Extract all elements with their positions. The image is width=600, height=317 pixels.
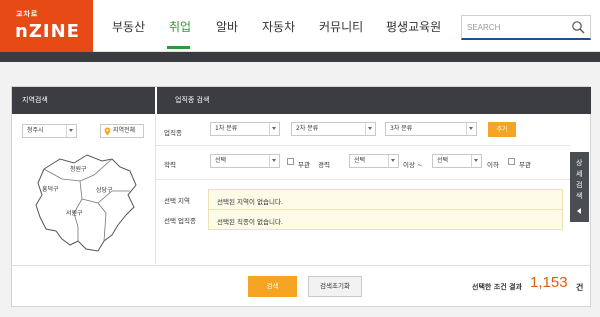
search-placeholder: SEARCH [467,23,501,32]
region-search-header: 지역검색 [12,87,155,114]
row-divider [156,179,570,180]
nav-item-part-time[interactable]: 알바 [216,18,238,35]
search-button[interactable]: 검색 [248,276,297,297]
chevron-down-icon [66,125,76,137]
education-select-value: 선택 [215,157,227,164]
add-category-button[interactable]: 추가 [488,122,516,137]
whole-region-label: 지역전체 [113,127,136,134]
category-select-2-value: 2차 분류 [296,125,319,132]
district-label-seowon: 서원구 [66,209,83,217]
selected-region-value: 선택된 지역이 없습니다. [217,198,283,206]
search-input[interactable]: SEARCH [461,15,591,40]
nav-item-jobs[interactable]: 취업 [169,18,191,35]
selected-job-label: 선택 업직종 [164,217,196,225]
search-panel: 지역검색 업직종 검색 청주시 지역전체 청원구 흥덕구 상당구 서원구 업직종… [11,86,591,307]
education-no-matter-label: 무관 [298,161,310,169]
category-label: 업직종 [164,129,182,137]
category-select-1-value: 1차 분류 [215,125,238,132]
map-pin-icon [104,127,111,136]
detailed-search-tab[interactable]: 상세검색 [570,152,589,222]
education-no-matter-checkbox[interactable] [287,158,294,165]
result-label: 선택한 조건 결과 [472,283,522,291]
result-unit: 건 [576,283,584,292]
career-min-select-value: 선택 [354,157,366,164]
district-label-sangdang: 상당구 [96,186,113,194]
chevron-down-icon [365,123,375,135]
career-above-label: 이상 ~ [403,161,423,169]
chevron-down-icon [466,123,476,135]
category-select-3-value: 3차 분류 [390,125,413,132]
city-select-value: 청주시 [27,127,44,134]
category-select-1[interactable]: 1차 분류 [210,122,280,136]
career-no-matter-label: 무관 [519,161,531,169]
district-label-cheongwon: 청원구 [70,165,87,173]
career-max-select[interactable]: 선택 [432,154,482,168]
city-select[interactable]: 청주시 [22,124,77,138]
category-select-3[interactable]: 3차 분류 [385,122,477,136]
selected-region-box: 선택된 지역이 없습니다. [208,189,563,210]
logo-title: nZINE [15,21,80,42]
career-max-select-value: 선택 [437,157,449,164]
nav-active-indicator [167,46,190,49]
chevron-down-icon [471,155,481,167]
search-action-bar: 검색 검색초기화 선택한 조건 결과 1,153 건 [12,265,590,306]
career-label: 경력 [318,161,330,169]
logo-subtitle: 교차로 [16,10,39,18]
career-below-label: 이하 [487,161,499,169]
top-navigation: 교차로 nZINE 부동산 취업 알바 자동차 커뮤니티 평생교육원 SEARC… [0,0,600,52]
nav-item-real-estate[interactable]: 부동산 [112,18,145,35]
nav-item-community[interactable]: 커뮤니티 [319,18,363,35]
selected-region-label: 선택 지역 [164,197,190,205]
detailed-search-label: 상세검색 [576,159,583,200]
arrow-left-icon [577,208,581,214]
career-min-select[interactable]: 선택 [349,154,399,168]
selected-job-value: 선택된 직종이 없습니다. [217,218,283,226]
chevron-down-icon [388,155,398,167]
nav-item-education[interactable]: 평생교육원 [386,18,441,35]
chevron-down-icon [269,155,279,167]
nav-item-cars[interactable]: 자동차 [262,18,295,35]
result-count: 1,153 [530,274,568,291]
reset-search-button[interactable]: 검색초기화 [308,276,362,297]
region-map[interactable]: 청원구 흥덕구 상당구 서원구 [32,151,142,256]
business-search-header: 업직종 검색 [157,87,591,114]
search-icon[interactable] [571,20,586,35]
selected-job-box: 선택된 직종이 없습니다. [208,209,563,230]
whole-region-button[interactable]: 지역전체 [100,124,144,138]
sub-banner [0,52,600,62]
row-divider [156,145,570,146]
panel-divider [155,114,156,264]
education-label: 학력 [164,161,176,169]
category-select-2[interactable]: 2차 분류 [291,122,376,136]
district-label-heungdeok: 흥덕구 [42,185,59,193]
career-no-matter-checkbox[interactable] [508,158,515,165]
site-logo[interactable]: 교차로 nZINE [0,0,93,52]
education-select[interactable]: 선택 [210,154,280,168]
chevron-down-icon [269,123,279,135]
